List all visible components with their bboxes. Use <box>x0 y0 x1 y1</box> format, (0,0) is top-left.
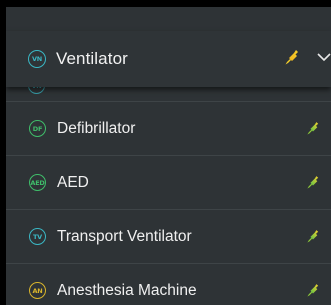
plug-icon <box>285 50 299 65</box>
list-item-transport-ventilator[interactable]: TV Transport Ventilator <box>6 209 331 263</box>
screen-bezel-top <box>0 0 331 7</box>
list-item-anesthesia-machine[interactable]: AN Anesthesia Machine <box>6 263 331 305</box>
aed-badge-icon: AED <box>29 174 46 191</box>
list-item-aed[interactable]: AED AED <box>6 155 331 209</box>
screen-bezel-left <box>0 0 6 305</box>
anesthesia-machine-badge-icon: AN <box>29 282 46 299</box>
transport-ventilator-badge-icon: TV <box>29 228 46 245</box>
plug-icon <box>307 230 319 243</box>
list-item-defibrillator[interactable]: DF Defibrillator <box>6 101 331 155</box>
list-item-label: AED <box>57 173 89 191</box>
plug-icon <box>307 284 319 297</box>
plug-icon <box>307 176 319 189</box>
defibrillator-badge-icon: DF <box>29 120 46 137</box>
list-item-label: Transport Ventilator <box>57 227 192 245</box>
ventilator-badge-icon: VN <box>28 50 46 68</box>
selected-device-label: Ventilator <box>56 49 128 68</box>
device-select-header[interactable]: VN Ventilator <box>6 31 331 87</box>
device-dropdown-screen: VN Ventilator VN Ventilator <box>0 0 331 305</box>
plug-icon <box>307 122 319 135</box>
list-item-label: Anesthesia Machine <box>57 281 197 299</box>
list-item-label: Defibrillator <box>57 119 136 137</box>
chevron-down-icon[interactable] <box>317 50 331 64</box>
